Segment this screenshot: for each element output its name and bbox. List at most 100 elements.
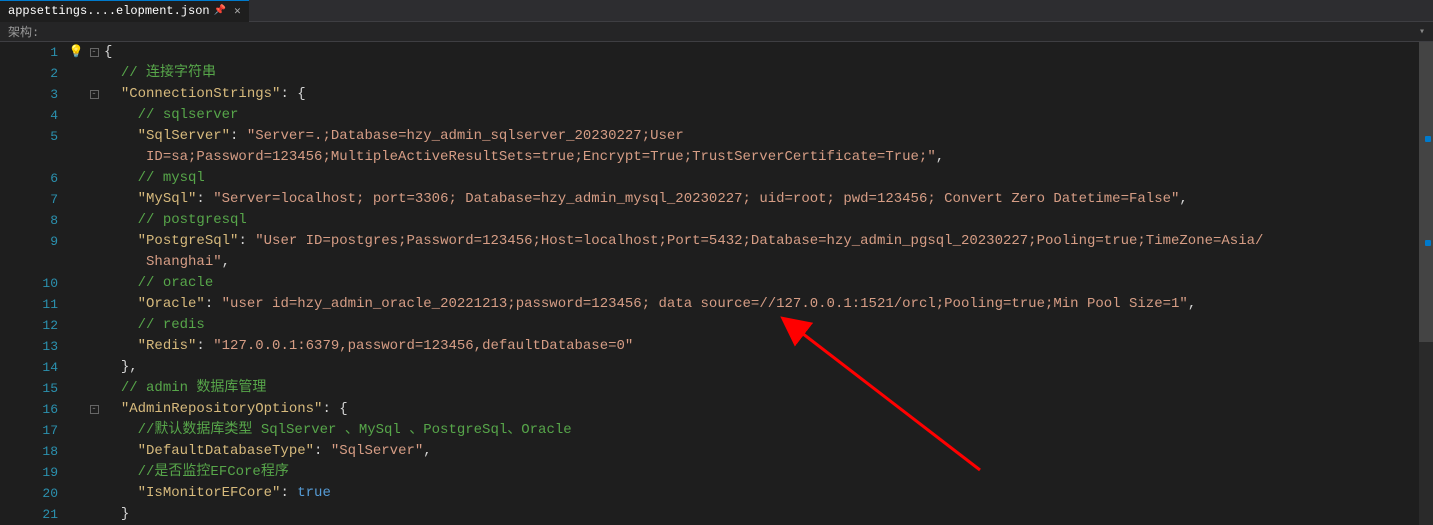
tab-title: appsettings....elopment.json: [8, 4, 210, 18]
code-line[interactable]: //默认数据库类型 SqlServer 、MySql 、PostgreSql、O…: [104, 420, 1433, 441]
code-line[interactable]: },: [104, 357, 1433, 378]
token-brace: {: [104, 44, 112, 60]
code-line[interactable]: {: [104, 42, 1433, 63]
code-line[interactable]: "IsMonitorEFCore": true: [104, 483, 1433, 504]
token-punct: ,: [1188, 296, 1196, 312]
code-line[interactable]: // postgresql: [104, 210, 1433, 231]
code-line[interactable]: // redis: [104, 315, 1433, 336]
fold-toggle[interactable]: -: [90, 90, 99, 99]
line-number: 11: [0, 294, 58, 315]
lightbulb-slot: [68, 189, 84, 210]
token-punct: :: [280, 485, 297, 501]
token-comment: // sqlserver: [138, 107, 239, 123]
line-number: 20: [0, 483, 58, 504]
vertical-scrollbar-thumb[interactable]: [1419, 42, 1433, 342]
lightbulb-slot: [68, 63, 84, 84]
lightbulb-slot: 💡: [68, 42, 84, 63]
code-line[interactable]: // oracle: [104, 273, 1433, 294]
margin-indicator[interactable]: [1425, 240, 1431, 246]
token-key: "SqlServer": [138, 128, 230, 144]
code-line[interactable]: // sqlserver: [104, 105, 1433, 126]
code-line[interactable]: "DefaultDatabaseType": "SqlServer",: [104, 441, 1433, 462]
token-punct: ,: [936, 149, 944, 165]
structure-label: 架构:: [8, 23, 39, 40]
code-line[interactable]: // mysql: [104, 168, 1433, 189]
lightbulb-slot: [68, 126, 84, 147]
lightbulb-slot: [68, 273, 84, 294]
token-str: ID=sa;Password=123456;MultipleActiveResu…: [138, 149, 936, 165]
lightbulb-slot: [68, 168, 84, 189]
fold-toggle: [84, 336, 104, 357]
lightbulb-slot: [68, 105, 84, 126]
dropdown-icon[interactable]: ▾: [1419, 26, 1425, 38]
token-key: "MySql": [138, 191, 197, 207]
fold-toggle: [84, 483, 104, 504]
code-line[interactable]: "Redis": "127.0.0.1:6379,password=123456…: [104, 336, 1433, 357]
line-number: 14: [0, 357, 58, 378]
token-key: "ConnectionStrings": [121, 86, 281, 102]
token-key: "IsMonitorEFCore": [138, 485, 281, 501]
file-tab[interactable]: appsettings....elopment.json 📌 ✕: [0, 0, 249, 22]
token-punct: ,: [1179, 191, 1187, 207]
code-editor[interactable]: 123456789101112131415161718192021 💡 --- …: [0, 42, 1433, 525]
code-area[interactable]: { // 连接字符串 "ConnectionStrings": { // sql…: [104, 42, 1433, 525]
token-brace: {: [297, 86, 305, 102]
code-line[interactable]: ID=sa;Password=123456;MultipleActiveResu…: [104, 147, 1433, 168]
code-line[interactable]: "PostgreSql": "User ID=postgres;Password…: [104, 231, 1433, 252]
structure-bar: 架构: ▾: [0, 22, 1433, 42]
fold-column: - - -: [84, 42, 104, 525]
code-line[interactable]: "AdminRepositoryOptions": {: [104, 399, 1433, 420]
pin-icon[interactable]: 📌: [214, 5, 226, 17]
lightbulb-slot: [68, 84, 84, 105]
line-number-gutter: 123456789101112131415161718192021: [0, 42, 68, 525]
line-number: 13: [0, 336, 58, 357]
fold-toggle: [84, 504, 104, 525]
lightbulb-slot: [68, 357, 84, 378]
token-comment: // postgresql: [138, 212, 247, 228]
token-comment: // admin 数据库管理: [121, 380, 267, 396]
lightbulb-slot: [68, 315, 84, 336]
token-brace: }: [121, 359, 129, 375]
fold-toggle: [84, 210, 104, 231]
token-punct: :: [205, 296, 222, 312]
token-punct: :: [196, 338, 213, 354]
line-number: 1: [0, 42, 58, 63]
fold-toggle: [84, 252, 104, 273]
fold-toggle: [84, 189, 104, 210]
lightbulb-slot: [68, 441, 84, 462]
fold-toggle: [84, 462, 104, 483]
fold-toggle: [84, 126, 104, 147]
margin-indicator[interactable]: [1425, 136, 1431, 142]
token-key: "Redis": [138, 338, 197, 354]
fold-toggle: [84, 168, 104, 189]
token-comment: // redis: [138, 317, 205, 333]
token-str: "SqlServer": [331, 443, 423, 459]
code-line[interactable]: "ConnectionStrings": {: [104, 84, 1433, 105]
line-number: 19: [0, 462, 58, 483]
fold-toggle: [84, 63, 104, 84]
fold-toggle[interactable]: -: [90, 48, 99, 57]
fold-toggle[interactable]: -: [90, 405, 99, 414]
lightbulb-icon[interactable]: 💡: [69, 42, 84, 63]
token-comment: // mysql: [138, 170, 205, 186]
code-line[interactable]: "SqlServer": "Server=.;Database=hzy_admi…: [104, 126, 1433, 147]
lightbulb-slot: [68, 504, 84, 525]
code-line[interactable]: "MySql": "Server=localhost; port=3306; D…: [104, 189, 1433, 210]
fold-toggle: [84, 441, 104, 462]
token-comment: // oracle: [138, 275, 214, 291]
code-line[interactable]: // 连接字符串: [104, 63, 1433, 84]
line-number: 15: [0, 378, 58, 399]
lightbulb-slot: [68, 378, 84, 399]
code-line[interactable]: // admin 数据库管理: [104, 378, 1433, 399]
line-number: 2: [0, 63, 58, 84]
close-icon[interactable]: ✕: [234, 4, 241, 18]
line-number: 7: [0, 189, 58, 210]
code-line[interactable]: }: [104, 504, 1433, 525]
token-punct: :: [238, 233, 255, 249]
code-line[interactable]: "Oracle": "user id=hzy_admin_oracle_2022…: [104, 294, 1433, 315]
code-line[interactable]: Shanghai",: [104, 252, 1433, 273]
token-str: "user id=hzy_admin_oracle_20221213;passw…: [222, 296, 1188, 312]
code-line[interactable]: //是否监控EFCore程序: [104, 462, 1433, 483]
fold-toggle: [84, 420, 104, 441]
lightbulb-slot: [68, 420, 84, 441]
